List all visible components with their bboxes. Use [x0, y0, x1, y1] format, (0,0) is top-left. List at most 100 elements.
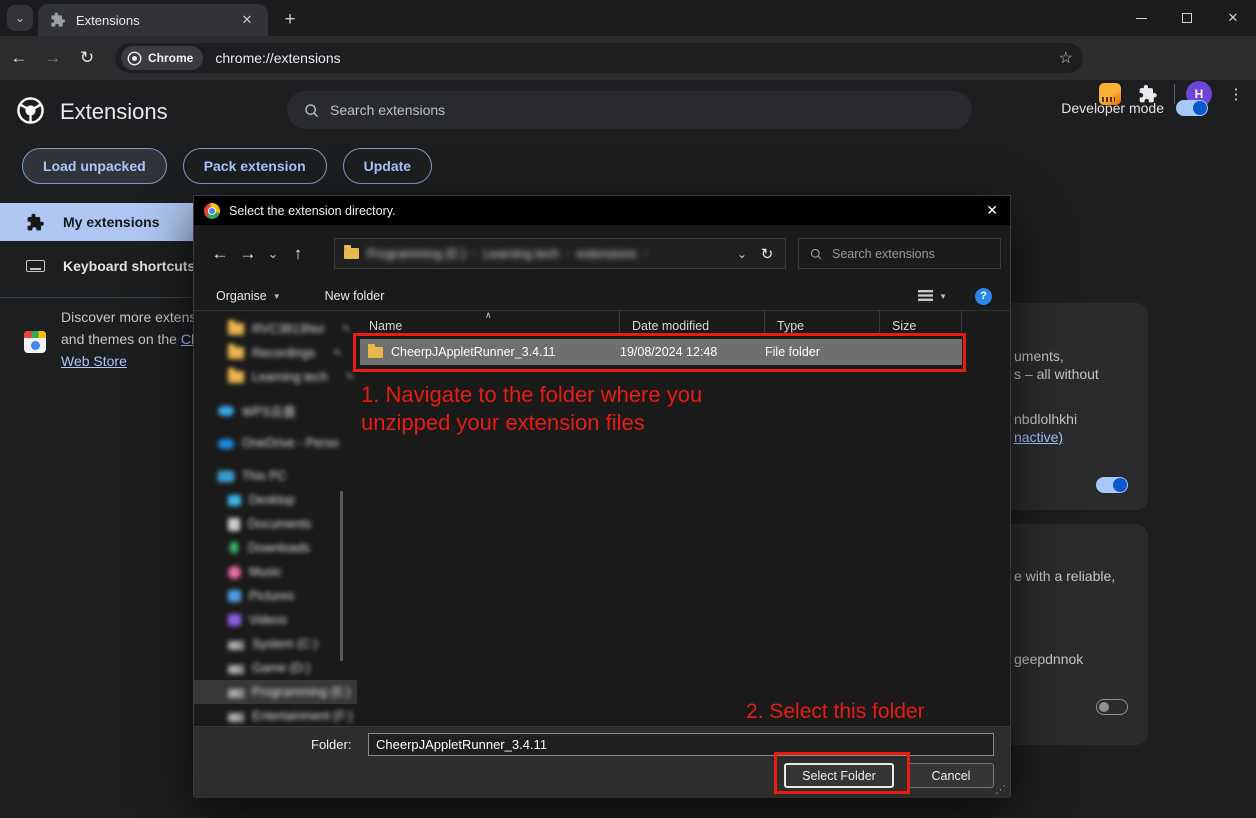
window-controls: ✕ — [1118, 0, 1256, 36]
chrome-chip-label: Chrome — [148, 51, 193, 65]
pack-extension-button[interactable]: Pack extension — [183, 148, 327, 184]
tab-strip: ⌄ Extensions ✕ + ✕ — [0, 0, 1256, 36]
tree-item[interactable]: OneDrive - Perso — [194, 431, 357, 455]
tree-item[interactable]: Desktop — [194, 488, 357, 512]
list-view-icon — [918, 290, 933, 303]
tree-item[interactable]: Videos — [194, 608, 357, 632]
breadcrumb: Programming (E:) › Learning tech › extension… — [367, 247, 647, 261]
developer-mode-toggle[interactable] — [1176, 100, 1208, 116]
browser-tab[interactable]: Extensions ✕ — [38, 4, 268, 36]
tree-item[interactable]: RVC3813Nvi✎ — [194, 317, 357, 341]
dialog-refresh-icon[interactable]: ↻ — [753, 245, 781, 263]
folder-icon — [228, 371, 244, 383]
tree-item-label: OneDrive - Perso — [242, 436, 339, 450]
tree-item-label: Documents — [248, 517, 311, 531]
omnibox[interactable]: Chrome chrome://extensions ☆ — [115, 43, 1083, 73]
pin-icon: ✎ — [342, 324, 350, 335]
sidebar-my-extensions-label: My extensions — [63, 214, 159, 230]
tree-item[interactable]: WPS云盘 — [194, 398, 357, 422]
breadcrumb-item[interactable]: extensions — [577, 247, 637, 261]
tree-item[interactable]: Pictures — [194, 584, 357, 608]
tree-item[interactable]: System (C:) — [194, 632, 357, 656]
dialog-search-placeholder: Search extensions — [832, 247, 935, 261]
pin-icon: ✎ — [346, 372, 354, 383]
cancel-button[interactable]: Cancel — [908, 763, 994, 788]
address-breadcrumb-bar[interactable]: Programming (E:) › Learning tech › extension… — [334, 238, 786, 269]
dialog-up-icon[interactable]: ↑ — [284, 244, 312, 264]
breadcrumb-dropdown-icon[interactable]: ⌄ — [731, 247, 753, 261]
tree-scrollbar[interactable] — [340, 491, 343, 661]
close-window-button[interactable]: ✕ — [1210, 0, 1256, 36]
back-button[interactable]: ← — [4, 43, 34, 73]
tab-search-button[interactable]: ⌄ — [7, 5, 33, 31]
extension-card-text: s – all without — [1014, 366, 1099, 382]
tree-item[interactable]: Downloads — [194, 536, 357, 560]
cloud2-icon — [218, 439, 234, 449]
tree-item[interactable]: Music — [194, 560, 357, 584]
drive-icon — [228, 665, 244, 674]
annotation-text-step1: 1. Navigate to the folder where you unzi… — [361, 381, 702, 437]
desktop-icon — [228, 495, 241, 506]
tree-item-label: Music — [249, 565, 282, 579]
update-button[interactable]: Update — [343, 148, 432, 184]
extension-enable-toggle[interactable] — [1096, 699, 1128, 715]
tree-item[interactable]: Game (D:) — [194, 656, 357, 680]
organise-dropdown-icon: ▼ — [273, 292, 281, 301]
view-mode-button[interactable]: ▼ — [918, 290, 947, 303]
resize-grip[interactable]: ⋰ — [995, 783, 1006, 796]
view-dropdown-icon: ▼ — [939, 292, 947, 301]
tree-item[interactable]: Recordings✎ — [194, 341, 357, 365]
dialog-recent-chevron-icon[interactable]: ⌄ — [262, 247, 284, 261]
tree-item[interactable]: This PC — [194, 464, 357, 488]
file-list: ∧ NameDate modifiedTypeSize CheerpJApple… — [357, 311, 1007, 726]
help-button[interactable]: ? — [975, 288, 992, 305]
forward-button[interactable]: → — [38, 43, 68, 73]
chrome-chip: Chrome — [121, 46, 203, 70]
web-store-link[interactable]: Web Store — [61, 353, 127, 369]
dialog-forward-icon[interactable]: → — [234, 244, 262, 264]
dialog-search-box[interactable]: Search extensions — [798, 238, 1001, 269]
tab-close-icon[interactable]: ✕ — [238, 11, 256, 29]
dialog-search-icon — [809, 247, 823, 261]
tree-item-label: Videos — [249, 613, 287, 627]
url-text: chrome://extensions — [215, 50, 340, 66]
extensions-page-logo-icon — [16, 96, 45, 125]
tree-item[interactable]: Entertainment (F:) — [194, 704, 357, 726]
tree-item[interactable]: Programming (E:) — [194, 680, 357, 704]
breadcrumb-separator-icon: › — [473, 248, 477, 260]
dialog-title: Select the extension directory. — [229, 204, 396, 218]
extension-card-link[interactable]: nactive) — [1014, 429, 1063, 445]
breadcrumb-item[interactable]: Learning tech — [483, 247, 559, 261]
bookmark-star-icon[interactable]: ☆ — [1059, 48, 1073, 68]
tree-item-label: Game (D:) — [252, 661, 310, 675]
chrome-mono-icon — [127, 51, 142, 66]
load-unpacked-button[interactable]: Load unpacked — [22, 148, 167, 184]
tree-item-label: System (C:) — [252, 637, 318, 651]
tree-item[interactable]: Learning tech✎ — [194, 365, 357, 389]
annotation-box-step1 — [353, 333, 966, 372]
breadcrumb-item[interactable]: Programming (E:) — [367, 247, 466, 261]
folder-tree: RVC3813Nvi✎Recordings✎Learning tech✎ WPS云… — [194, 311, 357, 726]
dialog-close-icon[interactable]: ✕ — [986, 202, 998, 219]
annotation-box-step2 — [774, 752, 910, 794]
extension-enable-toggle[interactable] — [1096, 477, 1128, 493]
dialog-title-bar[interactable]: Select the extension directory. ✕ — [194, 196, 1010, 225]
maximize-button[interactable] — [1164, 0, 1210, 36]
extensions-search-bar[interactable]: Search extensions — [287, 91, 972, 129]
tree-item[interactable]: Documents — [194, 512, 357, 536]
tree-item-label: Downloads — [248, 541, 310, 555]
developer-mode-control: Developer mode — [1061, 100, 1208, 116]
tree-item-label: Programming (E:) — [252, 685, 351, 699]
minimize-button[interactable] — [1118, 0, 1164, 36]
dialog-back-icon[interactable]: ← — [206, 244, 234, 264]
organise-menu[interactable]: Organise ▼ — [216, 289, 281, 303]
breadcrumb-separator-icon: › — [566, 248, 570, 260]
reload-button[interactable]: ↻ — [72, 43, 102, 73]
new-folder-button[interactable]: New folder — [325, 289, 385, 303]
extension-card-text: geepdnnok — [1014, 651, 1083, 667]
extension-card-text: uments, — [1014, 348, 1064, 364]
cloud-icon — [218, 406, 234, 416]
keyboard-icon — [26, 260, 45, 272]
new-tab-button[interactable]: + — [278, 8, 302, 32]
my-extensions-puzzle-icon — [26, 213, 45, 232]
